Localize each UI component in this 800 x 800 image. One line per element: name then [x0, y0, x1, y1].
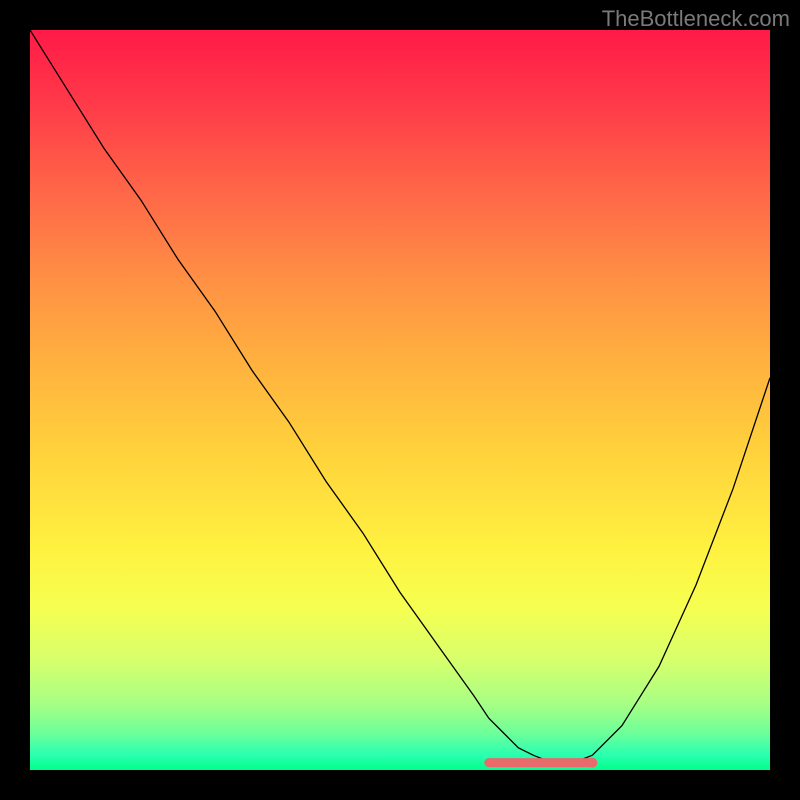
plot-area: [30, 30, 770, 770]
watermark: TheBottleneck.com: [602, 6, 790, 32]
bottleneck-curve: [30, 30, 770, 763]
chart-svg: [30, 30, 770, 770]
optimal-point-dot: [587, 758, 597, 768]
